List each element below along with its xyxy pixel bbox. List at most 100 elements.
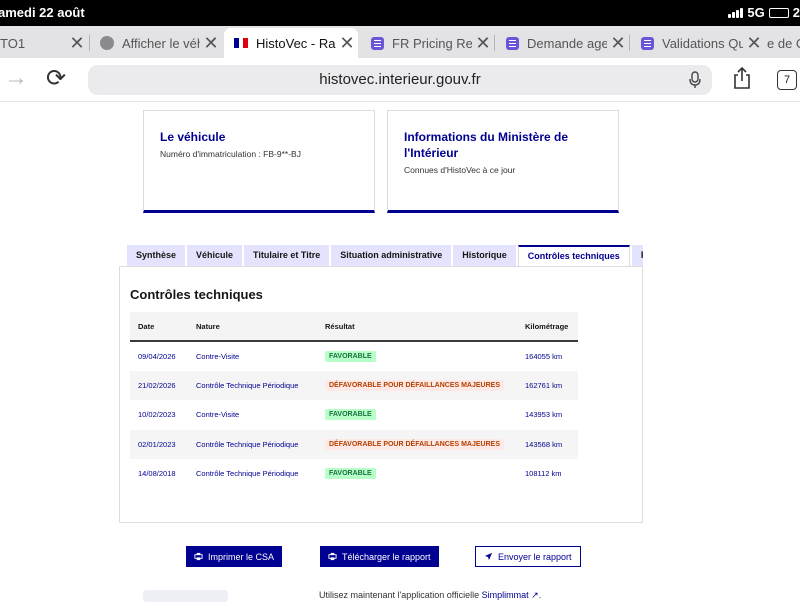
browser-tab-5[interactable]: Demande agen ✕ bbox=[495, 28, 629, 58]
inspection-date: 14/08/2018 bbox=[138, 469, 176, 479]
result-badge-favorable: FAVORABLE bbox=[325, 468, 376, 480]
tab-count-button[interactable]: 7 bbox=[777, 70, 797, 90]
tab-controles-techniques[interactable]: Contrôles techniques bbox=[517, 245, 630, 267]
tab-title: FR Pricing Requ bbox=[392, 35, 472, 51]
browser-tab-4[interactable]: FR Pricing Requ ✕ bbox=[360, 28, 494, 58]
inspection-mileage: 143568 km bbox=[525, 439, 563, 449]
browser-toolbar: → ⟳ histovec.interieur.gouv.fr 7 bbox=[0, 58, 800, 102]
tab-title: Demande agen bbox=[527, 35, 607, 51]
section-title: Contrôles techniques bbox=[130, 287, 263, 302]
external-link-icon: ↗ bbox=[531, 590, 539, 600]
url-text: histovec.interieur.gouv.fr bbox=[319, 71, 481, 88]
registration-number: Numéro d'immatriculation : FB-9**-BJ bbox=[160, 149, 301, 159]
tab-title: Afficher le véhi bbox=[122, 35, 200, 51]
network-label: 5G bbox=[747, 5, 765, 20]
microphone-icon[interactable] bbox=[688, 71, 702, 89]
inspection-nature: Contrôle Technique Périodique bbox=[196, 469, 299, 479]
close-tab-icon[interactable]: ✕ bbox=[336, 33, 358, 54]
send-arrow-icon bbox=[484, 552, 493, 561]
column-header-result: Résultat bbox=[325, 321, 355, 331]
inspection-nature: Contre-Visite bbox=[196, 410, 240, 420]
footer-promo-text: Utilisez maintenant l'application offici… bbox=[319, 590, 482, 600]
app-illustration bbox=[143, 590, 228, 602]
browser-tab-2[interactable]: Afficher le véhi ✕ bbox=[90, 28, 222, 58]
column-header-date: Date bbox=[138, 321, 155, 331]
tab-rapport[interactable]: Rap bbox=[631, 245, 643, 267]
printer-icon bbox=[194, 552, 203, 561]
browser-tab-6[interactable]: Validations Qu ✕ bbox=[630, 28, 765, 58]
globe-icon bbox=[100, 36, 114, 50]
column-header-mileage: Kilométrage bbox=[525, 321, 569, 331]
inspection-nature: Contrôle Technique Périodique bbox=[196, 439, 299, 449]
close-tab-icon[interactable]: ✕ bbox=[472, 33, 494, 54]
form-icon bbox=[505, 36, 519, 50]
result-badge-unfavorable: DÉFAVORABLE POUR DÉFAILLANCES MAJEURES bbox=[325, 379, 504, 391]
download-report-label: Télécharger le rapport bbox=[342, 551, 431, 562]
reload-icon[interactable]: ⟳ bbox=[46, 64, 66, 93]
table-row: 02/01/2023 Contrôle Technique Périodique… bbox=[130, 429, 578, 459]
tab-vehicule[interactable]: Véhicule bbox=[187, 245, 243, 267]
status-date: amedi 22 août bbox=[0, 5, 85, 20]
inspections-table: Date Nature Résultat Kilométrage 09/04/2… bbox=[130, 312, 578, 489]
tab-historique[interactable]: Historique bbox=[453, 245, 516, 267]
browser-tab-1[interactable]: TO1 ✕ bbox=[0, 28, 88, 58]
tab-title: HistoVec - Rapp bbox=[256, 35, 336, 51]
signal-icon bbox=[728, 7, 744, 18]
table-row: 14/08/2018 Contrôle Technique Périodique… bbox=[130, 459, 578, 489]
close-tab-icon[interactable]: ✕ bbox=[200, 33, 222, 54]
technical-inspections-panel: Contrôles techniques Date Nature Résulta… bbox=[119, 266, 643, 523]
inspection-mileage: 143953 km bbox=[525, 410, 563, 420]
close-tab-icon[interactable]: ✕ bbox=[66, 33, 88, 54]
browser-tab-3-active[interactable]: HistoVec - Rapp ✕ bbox=[224, 28, 358, 58]
status-right: 5G 2 bbox=[728, 5, 800, 20]
inspection-date: 09/04/2026 bbox=[138, 351, 176, 361]
column-header-nature: Nature bbox=[196, 321, 220, 331]
tab-titulaire[interactable]: Titulaire et Titre bbox=[244, 245, 330, 267]
vehicle-card-title: Le véhicule bbox=[160, 130, 226, 144]
result-badge-favorable: FAVORABLE bbox=[325, 409, 376, 421]
print-csa-button[interactable]: Imprimer le CSA bbox=[186, 546, 283, 567]
print-csa-label: Imprimer le CSA bbox=[208, 551, 275, 562]
download-report-button[interactable]: Télécharger le rapport bbox=[320, 546, 439, 567]
inspection-nature: Contre-Visite bbox=[196, 351, 240, 361]
result-badge-unfavorable: DÉFAVORABLE POUR DÉFAILLANCES MAJEURES bbox=[325, 438, 504, 450]
footer-promo: Utilisez maintenant l'application offici… bbox=[319, 590, 542, 600]
report-tabs: Synthèse Véhicule Titulaire et Titre Situat… bbox=[127, 245, 643, 267]
ministry-card-title: Informations du Ministère de l'Intérieur bbox=[404, 130, 569, 160]
table-row: 21/02/2026 Contrôle Technique Périodique… bbox=[130, 370, 578, 400]
french-flag-icon bbox=[234, 36, 249, 50]
battery-icon bbox=[768, 7, 789, 18]
address-bar[interactable]: histovec.interieur.gouv.fr bbox=[88, 65, 712, 95]
close-tab-icon[interactable]: ✕ bbox=[743, 33, 765, 54]
tab-title: e de C bbox=[767, 35, 800, 51]
form-icon bbox=[640, 36, 654, 50]
share-icon[interactable] bbox=[732, 66, 752, 90]
inspection-mileage: 108112 km bbox=[525, 469, 562, 479]
inspection-nature: Contrôle Technique Périodique bbox=[196, 380, 299, 390]
close-tab-icon[interactable]: ✕ bbox=[607, 33, 629, 54]
inspection-date: 02/01/2023 bbox=[138, 439, 176, 449]
inspection-date: 10/02/2023 bbox=[138, 410, 176, 420]
browser-tab-7[interactable]: e de C bbox=[767, 28, 800, 58]
tab-synthese[interactable]: Synthèse bbox=[127, 245, 186, 267]
simplimmat-link[interactable]: Simplimmat bbox=[482, 590, 529, 600]
table-row: 10/02/2023 Contre-Visite FAVORABLE 14395… bbox=[130, 400, 578, 430]
vehicle-card: Le véhicule Numéro d'immatriculation : F… bbox=[143, 110, 375, 213]
status-bar: amedi 22 août 5G 2 bbox=[0, 0, 800, 26]
inspection-mileage: 164055 km bbox=[525, 351, 563, 361]
ministry-card: Informations du Ministère de l'Intérieur… bbox=[387, 110, 619, 213]
tab-situation-administrative[interactable]: Situation administrative bbox=[331, 245, 452, 267]
browser-tab-bar: TO1 ✕ Afficher le véhi ✕ HistoVec - Rapp… bbox=[0, 26, 800, 58]
send-report-button[interactable]: Envoyer le rapport bbox=[475, 546, 581, 567]
result-badge-favorable: FAVORABLE bbox=[325, 350, 376, 362]
inspection-mileage: 162761 km bbox=[525, 380, 563, 390]
form-icon bbox=[370, 36, 384, 50]
inspection-date: 21/02/2026 bbox=[138, 380, 176, 390]
tab-title: Validations Qu bbox=[662, 35, 743, 51]
printer-icon bbox=[328, 552, 337, 561]
status-time: 2 bbox=[792, 5, 800, 20]
send-report-label: Envoyer le rapport bbox=[498, 551, 572, 562]
tab-title: TO1 bbox=[0, 35, 26, 51]
forward-icon[interactable]: → bbox=[4, 64, 28, 92]
table-row: 09/04/2026 Contre-Visite FAVORABLE 16405… bbox=[130, 341, 578, 371]
